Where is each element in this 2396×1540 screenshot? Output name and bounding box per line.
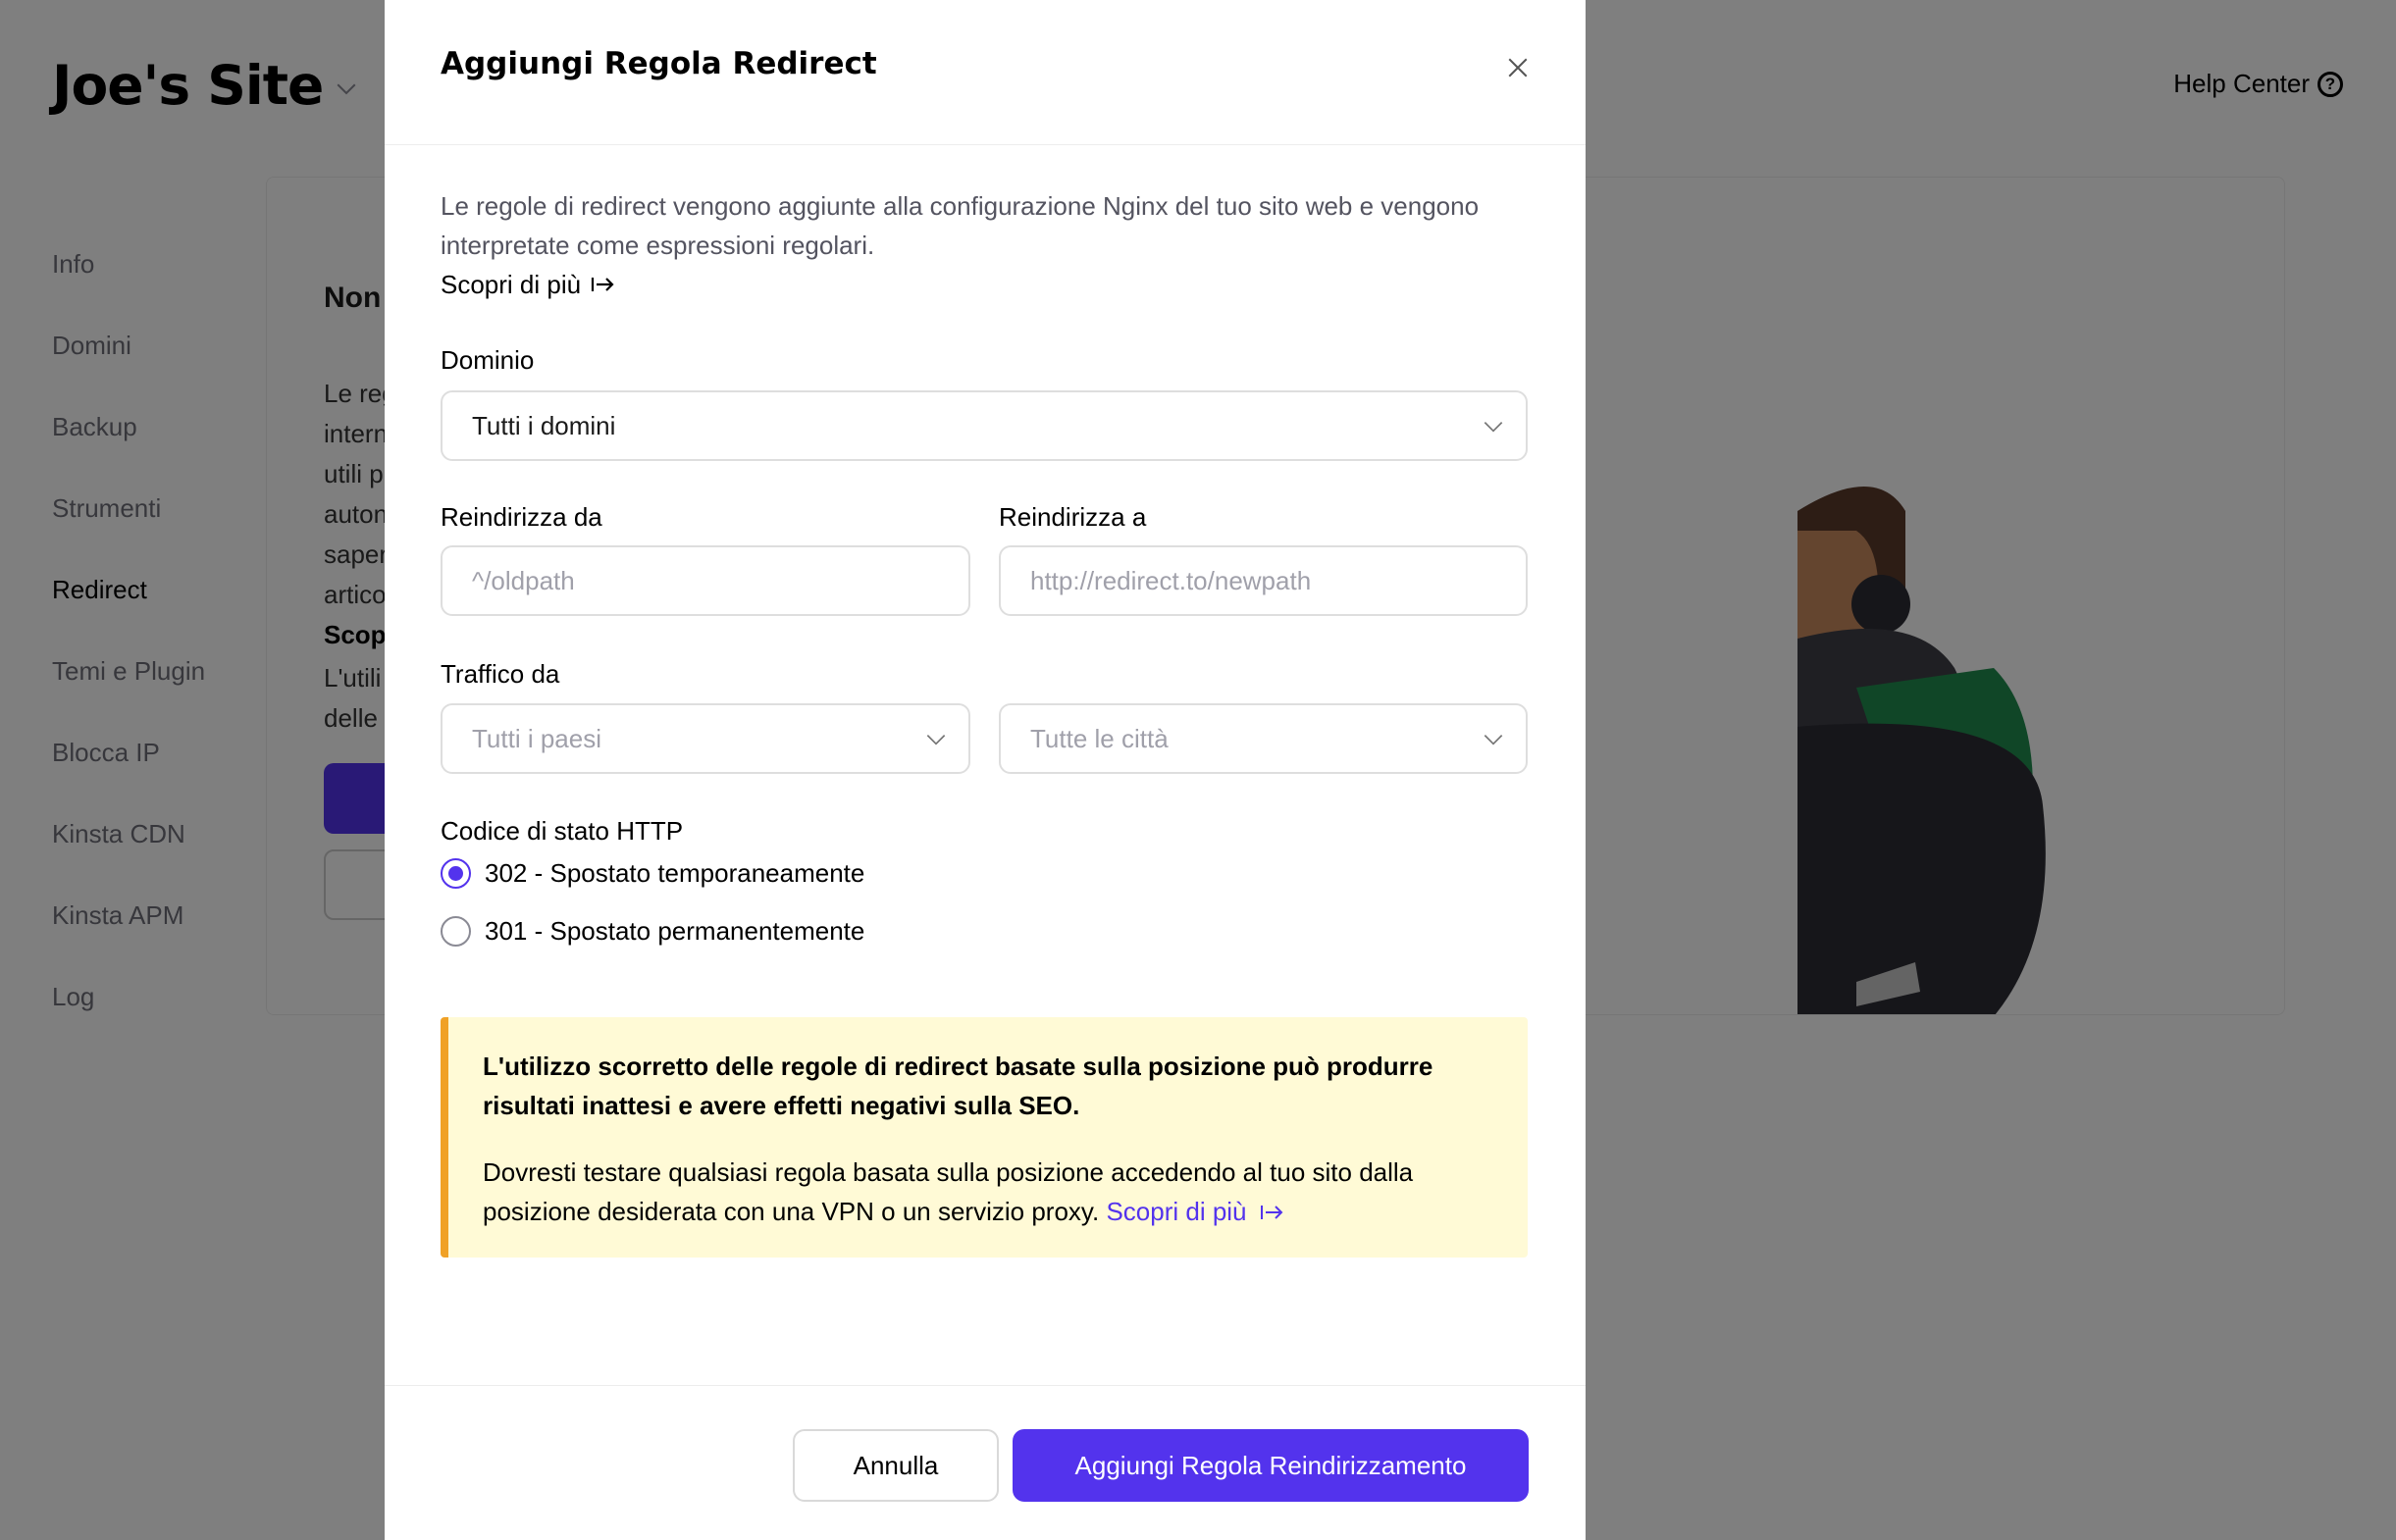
warning-learn-more-link[interactable]: Scopri di più bbox=[1106, 1197, 1284, 1226]
modal-header: Aggiungi Regola Redirect bbox=[385, 0, 1586, 145]
location-warning-notice: L'utilizzo scorretto delle regole di red… bbox=[441, 1017, 1528, 1258]
city-select[interactable]: Tutte le città bbox=[999, 703, 1528, 774]
country-select-placeholder: Tutti i paesi bbox=[472, 723, 601, 753]
add-redirect-rule-button[interactable]: Aggiungi Regola Reindirizzamento bbox=[1013, 1429, 1529, 1502]
redirect-from-placeholder: ^/oldpath bbox=[472, 565, 575, 595]
redirect-to-placeholder: http://redirect.to/newpath bbox=[1030, 565, 1312, 595]
modal-footer: Annulla Aggiungi Regola Reindirizzamento bbox=[385, 1385, 1586, 1540]
domain-select-value: Tutti i domini bbox=[472, 410, 616, 440]
modal-body: Le regole di redirect vengono aggiunte a… bbox=[441, 186, 1528, 1258]
external-arrow-icon bbox=[1260, 1206, 1283, 1219]
status-302-radio[interactable] bbox=[441, 858, 471, 889]
modal-title: Aggiungi Regola Redirect bbox=[441, 45, 877, 81]
domain-label: Dominio bbox=[441, 345, 535, 375]
status-302-option[interactable]: 302 - Spostato temporaneamente bbox=[441, 858, 864, 889]
redirect-from-label: Reindirizza da bbox=[441, 502, 602, 532]
cancel-button[interactable]: Annulla bbox=[793, 1429, 999, 1502]
status-302-label: 302 - Spostato temporaneamente bbox=[485, 858, 865, 888]
chevron-down-icon bbox=[1484, 735, 1503, 745]
city-select-placeholder: Tutte le città bbox=[1030, 723, 1169, 753]
status-code-label: Codice di stato HTTP bbox=[441, 816, 684, 846]
redirect-to-label: Reindirizza a bbox=[999, 502, 1147, 532]
learn-more-label: Scopri di più bbox=[441, 270, 582, 299]
status-301-label: 301 - Spostato permanentemente bbox=[485, 916, 865, 946]
close-icon[interactable] bbox=[1503, 53, 1533, 82]
external-arrow-icon bbox=[591, 278, 614, 291]
redirect-to-input[interactable]: http://redirect.to/newpath bbox=[999, 545, 1528, 616]
domain-select[interactable]: Tutti i domini bbox=[441, 390, 1528, 461]
add-redirect-modal: Aggiungi Regola Redirect Le regole di re… bbox=[385, 0, 1586, 1540]
traffic-label: Traffico da bbox=[441, 659, 560, 689]
warning-text: Dovresti testare qualsiasi regola basata… bbox=[483, 1157, 1414, 1226]
country-select[interactable]: Tutti i paesi bbox=[441, 703, 970, 774]
redirect-from-input[interactable]: ^/oldpath bbox=[441, 545, 970, 616]
status-301-radio[interactable] bbox=[441, 916, 471, 947]
chevron-down-icon bbox=[926, 735, 946, 745]
chevron-down-icon bbox=[1484, 422, 1503, 433]
learn-more-link[interactable]: Scopri di più bbox=[441, 265, 616, 304]
status-301-option[interactable]: 301 - Spostato permanentemente bbox=[441, 916, 864, 947]
warning-title: L'utilizzo scorretto delle regole di red… bbox=[483, 1052, 1433, 1120]
modal-description: Le regole di redirect vengono aggiunte a… bbox=[441, 191, 1480, 260]
